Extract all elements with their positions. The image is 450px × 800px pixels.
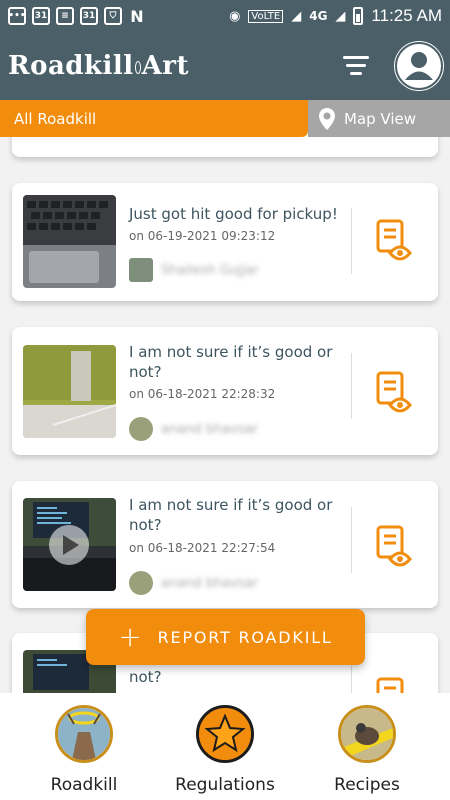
network-type: 4G [309, 9, 328, 23]
view-post-icon[interactable] [376, 219, 414, 263]
app-n-icon: N [130, 6, 144, 26]
author-name: Shailesh Gujjar [161, 262, 259, 278]
post-date: on 06-19-2021 09:23:12 [129, 229, 276, 243]
star-icon [199, 708, 251, 760]
nav-item-roadkill[interactable]: Roadkill [9, 705, 159, 795]
divider [351, 353, 352, 419]
report-roadkill-label: REPORT ROADKILL [157, 627, 333, 647]
nav-label-regulations: Regulations [175, 775, 275, 795]
volte-indicator: VoLTE [248, 9, 284, 23]
list-item[interactable]: Just got hit good for pickup! on 06-19-2… [12, 183, 438, 301]
view-post-icon[interactable] [376, 525, 414, 569]
tab-all-roadkill[interactable]: All Roadkill [0, 100, 308, 137]
divider [351, 208, 352, 274]
post-thumbnail[interactable] [23, 498, 116, 591]
nav-label-roadkill: Roadkill [50, 775, 118, 795]
post-thumbnail[interactable] [23, 345, 116, 438]
avatar [129, 571, 153, 595]
roadkill-nav-icon [55, 705, 113, 763]
post-date: on 06-18-2021 22:28:32 [129, 387, 276, 401]
tab-map-view[interactable]: Map View [308, 100, 450, 137]
post-author: Shailesh Gujjar [129, 258, 259, 282]
notification-icons: ••• 31 ≡ 31 ⛉ N [8, 6, 146, 26]
message-icon: ••• [8, 7, 26, 25]
author-name: anand bhavsar [161, 421, 259, 437]
post-date: on 06-18-2021 22:27:54 [129, 541, 276, 555]
nav-item-recipes[interactable]: Recipes [292, 705, 442, 795]
status-bar: ••• 31 ≡ 31 ⛉ N ◉ VoLTE ◢ 4G ◢ 11:25 AM [0, 0, 450, 32]
filter-icon[interactable] [343, 56, 369, 76]
post-author: anand bhavsar [129, 417, 258, 441]
app-logo: Roadkill​Art [8, 51, 190, 81]
recipes-nav-icon [338, 705, 396, 763]
plus-icon: + [118, 620, 144, 653]
post-title: not? [129, 668, 162, 686]
tab-map-view-label: Map View [344, 109, 417, 128]
list-item[interactable] [12, 137, 438, 157]
view-post-icon[interactable] [376, 677, 414, 693]
battery-icon [353, 7, 364, 25]
list-item[interactable]: I am not sure if it’s good or not? on 06… [12, 481, 438, 608]
person-icon [395, 42, 443, 90]
calendar-icon: 31 [32, 7, 50, 25]
post-title: I am not sure if it’s good or not? [129, 343, 333, 381]
signal-icon: ◢ [291, 8, 302, 24]
nav-item-regulations[interactable]: Regulations [150, 705, 300, 795]
app-bar: Roadkill​Art [0, 32, 450, 100]
report-roadkill-button[interactable]: + REPORT ROADKILL [86, 609, 365, 665]
regulations-nav-icon [196, 705, 254, 763]
clock: 11:25 AM [371, 6, 442, 25]
bottom-nav: Roadkill Regulations Recipes [0, 693, 450, 800]
hotspot-icon: ◉ [229, 8, 241, 24]
profile-avatar-button[interactable] [394, 41, 444, 91]
shield-icon: ⛉ [104, 7, 122, 25]
divider [351, 507, 352, 573]
post-author: anand bhavsar [129, 571, 258, 595]
calendar-icon: 31 [80, 7, 98, 25]
avatar [129, 417, 153, 441]
tab-all-roadkill-label: All Roadkill [14, 109, 97, 128]
author-name: anand bhavsar [161, 575, 259, 591]
signal-icon: ◢ [335, 8, 346, 24]
nav-label-recipes: Recipes [334, 775, 400, 795]
post-thumbnail[interactable] [23, 195, 116, 288]
map-pin-icon [319, 107, 335, 130]
post-title: I am not sure if it’s good or not? [129, 496, 333, 534]
view-post-icon[interactable] [376, 371, 414, 415]
document-icon: ≡ [56, 7, 74, 25]
tab-bar: All Roadkill Map View [0, 100, 450, 137]
post-title: Just got hit good for pickup! [129, 205, 338, 223]
avatar [129, 258, 153, 282]
list-item[interactable]: I am not sure if it’s good or not? on 06… [12, 327, 438, 455]
